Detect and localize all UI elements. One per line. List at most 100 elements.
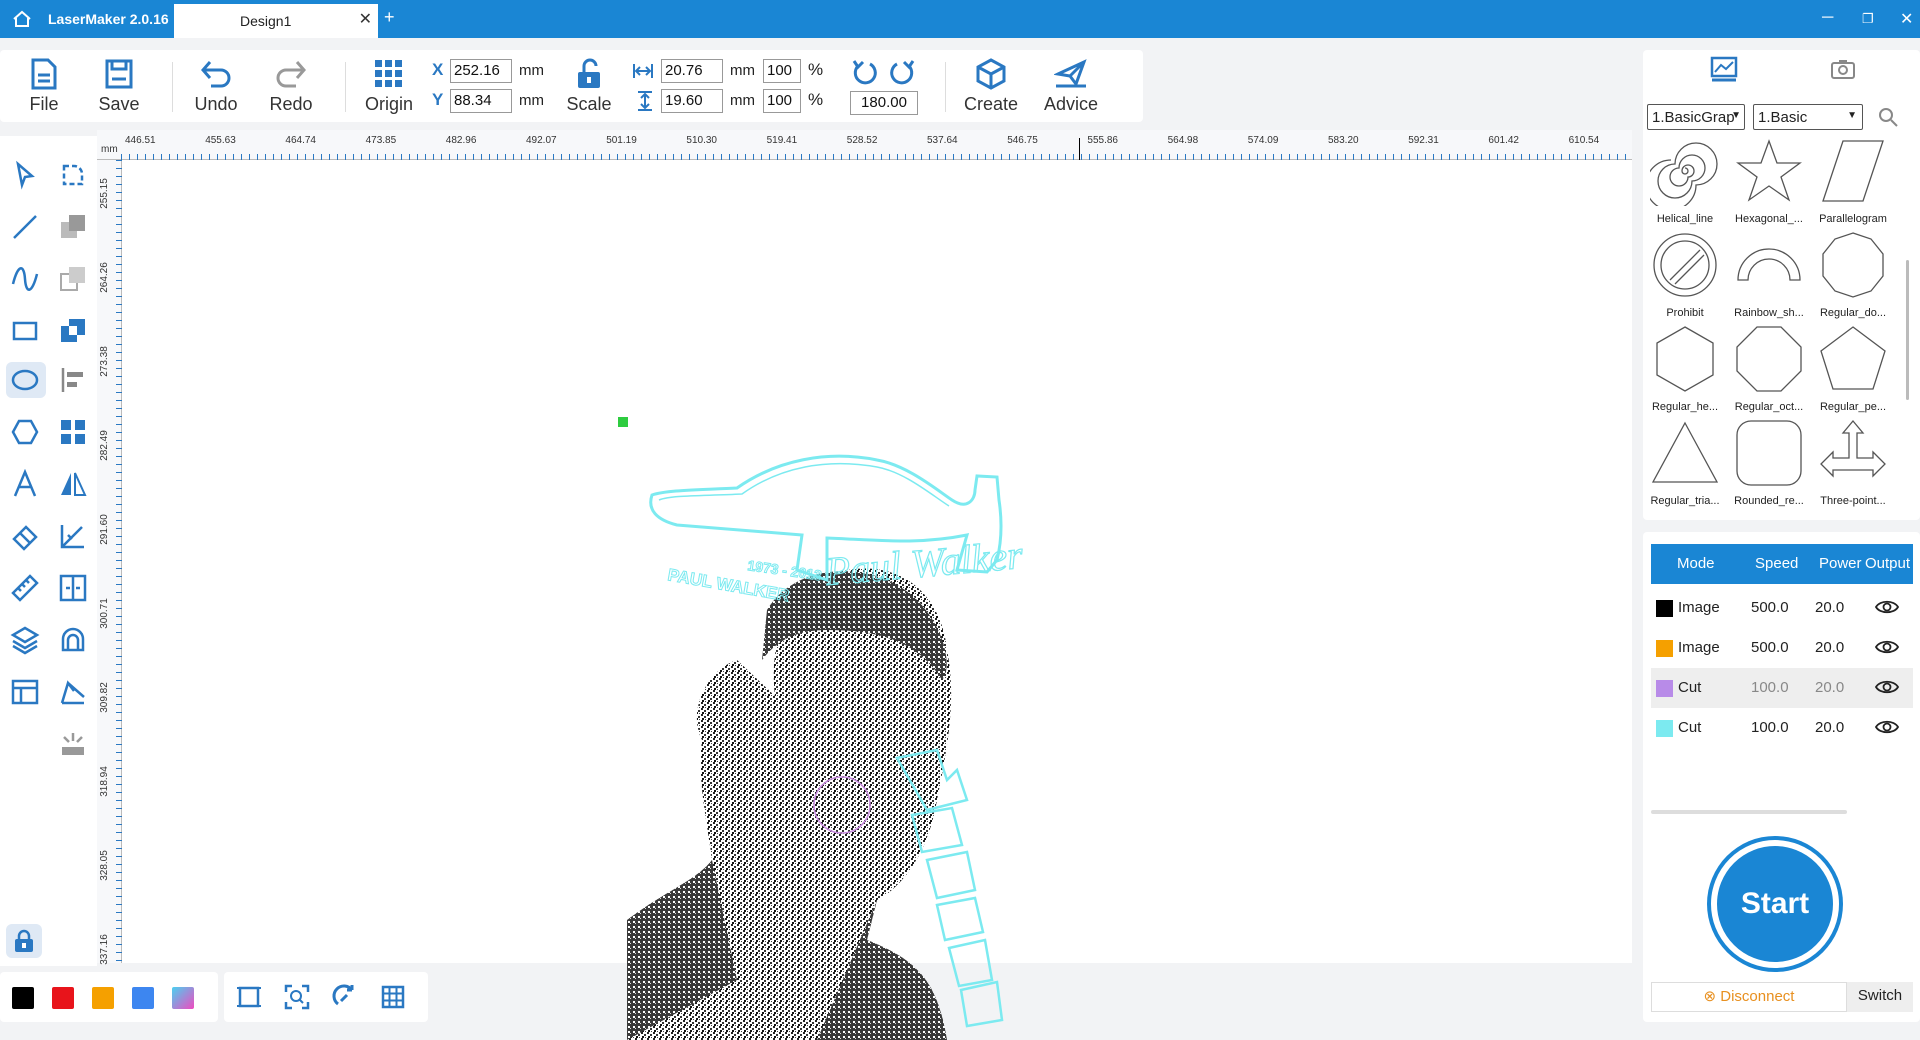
grid-toggle-icon[interactable] — [380, 984, 406, 1010]
layer-mode[interactable]: Image — [1678, 599, 1720, 616]
layer-color-swatch[interactable] — [1656, 680, 1673, 697]
layer-row[interactable]: Image 500.0 20.0 — [1651, 628, 1913, 668]
node-edit-icon[interactable] — [58, 160, 88, 190]
portrait-engraving[interactable]: 1973 - 2013 PAUL WALKER Paul Walker — [497, 420, 1177, 1040]
layout-icon[interactable] — [10, 677, 40, 707]
text-tool-icon[interactable] — [10, 469, 40, 499]
select-tool-icon[interactable] — [10, 160, 40, 190]
pen-tool-icon[interactable] — [58, 677, 88, 707]
x-position-input[interactable]: 252.16 — [450, 59, 512, 83]
layer-mode[interactable]: Cut — [1678, 679, 1701, 696]
shape-hexagonal-star[interactable]: Hexagonal_... — [1727, 136, 1811, 225]
layer-speed[interactable]: 100.0 — [1751, 679, 1789, 696]
array-icon[interactable] — [58, 417, 88, 447]
layers-icon[interactable] — [10, 625, 40, 655]
subtract-icon[interactable] — [58, 264, 88, 294]
laser-effect-icon[interactable] — [58, 729, 88, 759]
layer-row[interactable]: Image 500.0 20.0 — [1651, 588, 1913, 628]
create-button[interactable]: Create — [963, 58, 1019, 115]
undo-button[interactable]: Undo — [192, 58, 240, 115]
layer-power[interactable]: 20.0 — [1815, 599, 1844, 616]
height-input[interactable]: 19.60 — [661, 89, 723, 113]
category-select[interactable]: 1.BasicGrap ▼ — [1647, 104, 1745, 130]
ellipse-tool-icon[interactable] — [10, 365, 40, 395]
subcategory-select[interactable]: 1.Basic ▼ — [1753, 104, 1863, 130]
layer-color-swatch[interactable] — [1656, 600, 1673, 617]
height-percent-input[interactable]: 100 — [763, 89, 801, 113]
design-canvas[interactable]: 1973 - 2013 PAUL WALKER Paul Walker — [122, 160, 1632, 1040]
add-tab-icon[interactable]: + — [384, 7, 395, 28]
redo-button[interactable]: Redo — [268, 58, 314, 115]
layer-color-swatch[interactable] — [1656, 640, 1673, 657]
width-input[interactable]: 20.76 — [661, 59, 723, 83]
fit-frame-icon[interactable] — [236, 984, 262, 1010]
mirror-icon[interactable] — [58, 469, 88, 499]
signature-text[interactable]: Paul Walker — [822, 531, 1025, 594]
shape-regular-triangle[interactable]: Regular_tria... — [1643, 418, 1727, 507]
layer-power[interactable]: 20.0 — [1815, 639, 1844, 656]
layer-power[interactable]: 20.0 — [1815, 719, 1844, 736]
y-position-input[interactable]: 88.34 — [450, 89, 512, 113]
color-swatch-red[interactable] — [52, 987, 74, 1009]
years-text[interactable]: 1973 - 2013 — [746, 557, 823, 584]
layer-color-swatch[interactable] — [1656, 720, 1673, 737]
shape-prohibit[interactable]: Prohibit — [1643, 230, 1727, 319]
rotation-input[interactable]: 180.00 — [850, 91, 918, 115]
rectangle-tool-icon[interactable] — [10, 316, 40, 346]
zoom-fit-icon[interactable] — [284, 984, 310, 1010]
lock-button[interactable] — [6, 924, 42, 958]
color-swatch-gradient[interactable] — [172, 987, 194, 1009]
window-close-icon[interactable]: ✕ — [1900, 9, 1913, 29]
eye-icon[interactable] — [1875, 639, 1899, 655]
save-button[interactable]: Save — [98, 58, 140, 115]
shape-helical-line[interactable]: Helical_line — [1643, 136, 1727, 225]
camera-tab-icon[interactable] — [1829, 58, 1857, 80]
curve-tool-icon[interactable] — [10, 264, 40, 294]
layer-mode[interactable]: Image — [1678, 639, 1720, 656]
line-tool-icon[interactable] — [10, 212, 40, 242]
intersect-icon[interactable] — [58, 316, 88, 346]
ruler-tool-icon[interactable] — [10, 573, 40, 603]
shape-parallelogram[interactable]: Parallelogram — [1811, 136, 1895, 225]
maximize-icon[interactable]: ❐ — [1862, 11, 1874, 27]
polygon-tool-icon[interactable] — [10, 417, 40, 447]
offset-icon[interactable] — [58, 625, 88, 655]
advice-button[interactable]: Advice — [1040, 58, 1102, 115]
layer-speed[interactable]: 100.0 — [1751, 719, 1789, 736]
eye-icon[interactable] — [1875, 719, 1899, 735]
shape-regular-pentagon[interactable]: Regular_pe... — [1811, 324, 1895, 413]
library-scrollbar[interactable] — [1906, 260, 1909, 400]
split-icon[interactable] — [58, 573, 88, 603]
pan-hand-icon[interactable] — [332, 984, 358, 1010]
home-icon[interactable] — [12, 10, 32, 28]
scale-lock-button[interactable]: Scale — [566, 58, 612, 115]
layer-speed[interactable]: 500.0 — [1751, 599, 1789, 616]
minimize-icon[interactable]: ─ — [1822, 9, 1833, 27]
graphics-tab-icon[interactable] — [1709, 56, 1739, 82]
align-icon[interactable] — [58, 365, 88, 395]
shape-regular-decagon[interactable]: Regular_do... — [1811, 230, 1895, 319]
rotate-cw-icon[interactable] — [889, 58, 917, 86]
eye-icon[interactable] — [1875, 679, 1899, 695]
shape-rainbow[interactable]: Rainbow_sh... — [1727, 230, 1811, 319]
color-swatch-orange[interactable] — [92, 987, 114, 1009]
search-icon[interactable] — [1877, 106, 1899, 128]
layer-power[interactable]: 20.0 — [1815, 679, 1844, 696]
shape-regular-hexagon[interactable]: Regular_he... — [1643, 324, 1727, 413]
layer-row[interactable]: Cut 100.0 20.0 — [1651, 668, 1913, 708]
measure-angle-icon[interactable] — [58, 521, 88, 551]
eye-icon[interactable] — [1875, 599, 1899, 615]
eraser-icon[interactable] — [10, 521, 40, 551]
layer-row[interactable]: Cut 100.0 20.0 — [1651, 708, 1913, 748]
shape-three-point-arrow[interactable]: Three-point... — [1811, 418, 1895, 507]
shape-rounded-rectangle[interactable]: Rounded_re... — [1727, 418, 1811, 507]
color-swatch-blue[interactable] — [132, 987, 154, 1009]
layer-mode[interactable]: Cut — [1678, 719, 1701, 736]
layer-scrollbar[interactable] — [1651, 810, 1847, 814]
tab-close-icon[interactable]: ✕ — [359, 9, 372, 29]
rotate-ccw-icon[interactable] — [850, 58, 878, 86]
switch-button[interactable]: Switch — [1847, 982, 1913, 1012]
union-icon[interactable] — [58, 212, 88, 242]
origin-button[interactable]: Origin — [361, 58, 417, 115]
color-swatch-black[interactable] — [12, 987, 34, 1009]
